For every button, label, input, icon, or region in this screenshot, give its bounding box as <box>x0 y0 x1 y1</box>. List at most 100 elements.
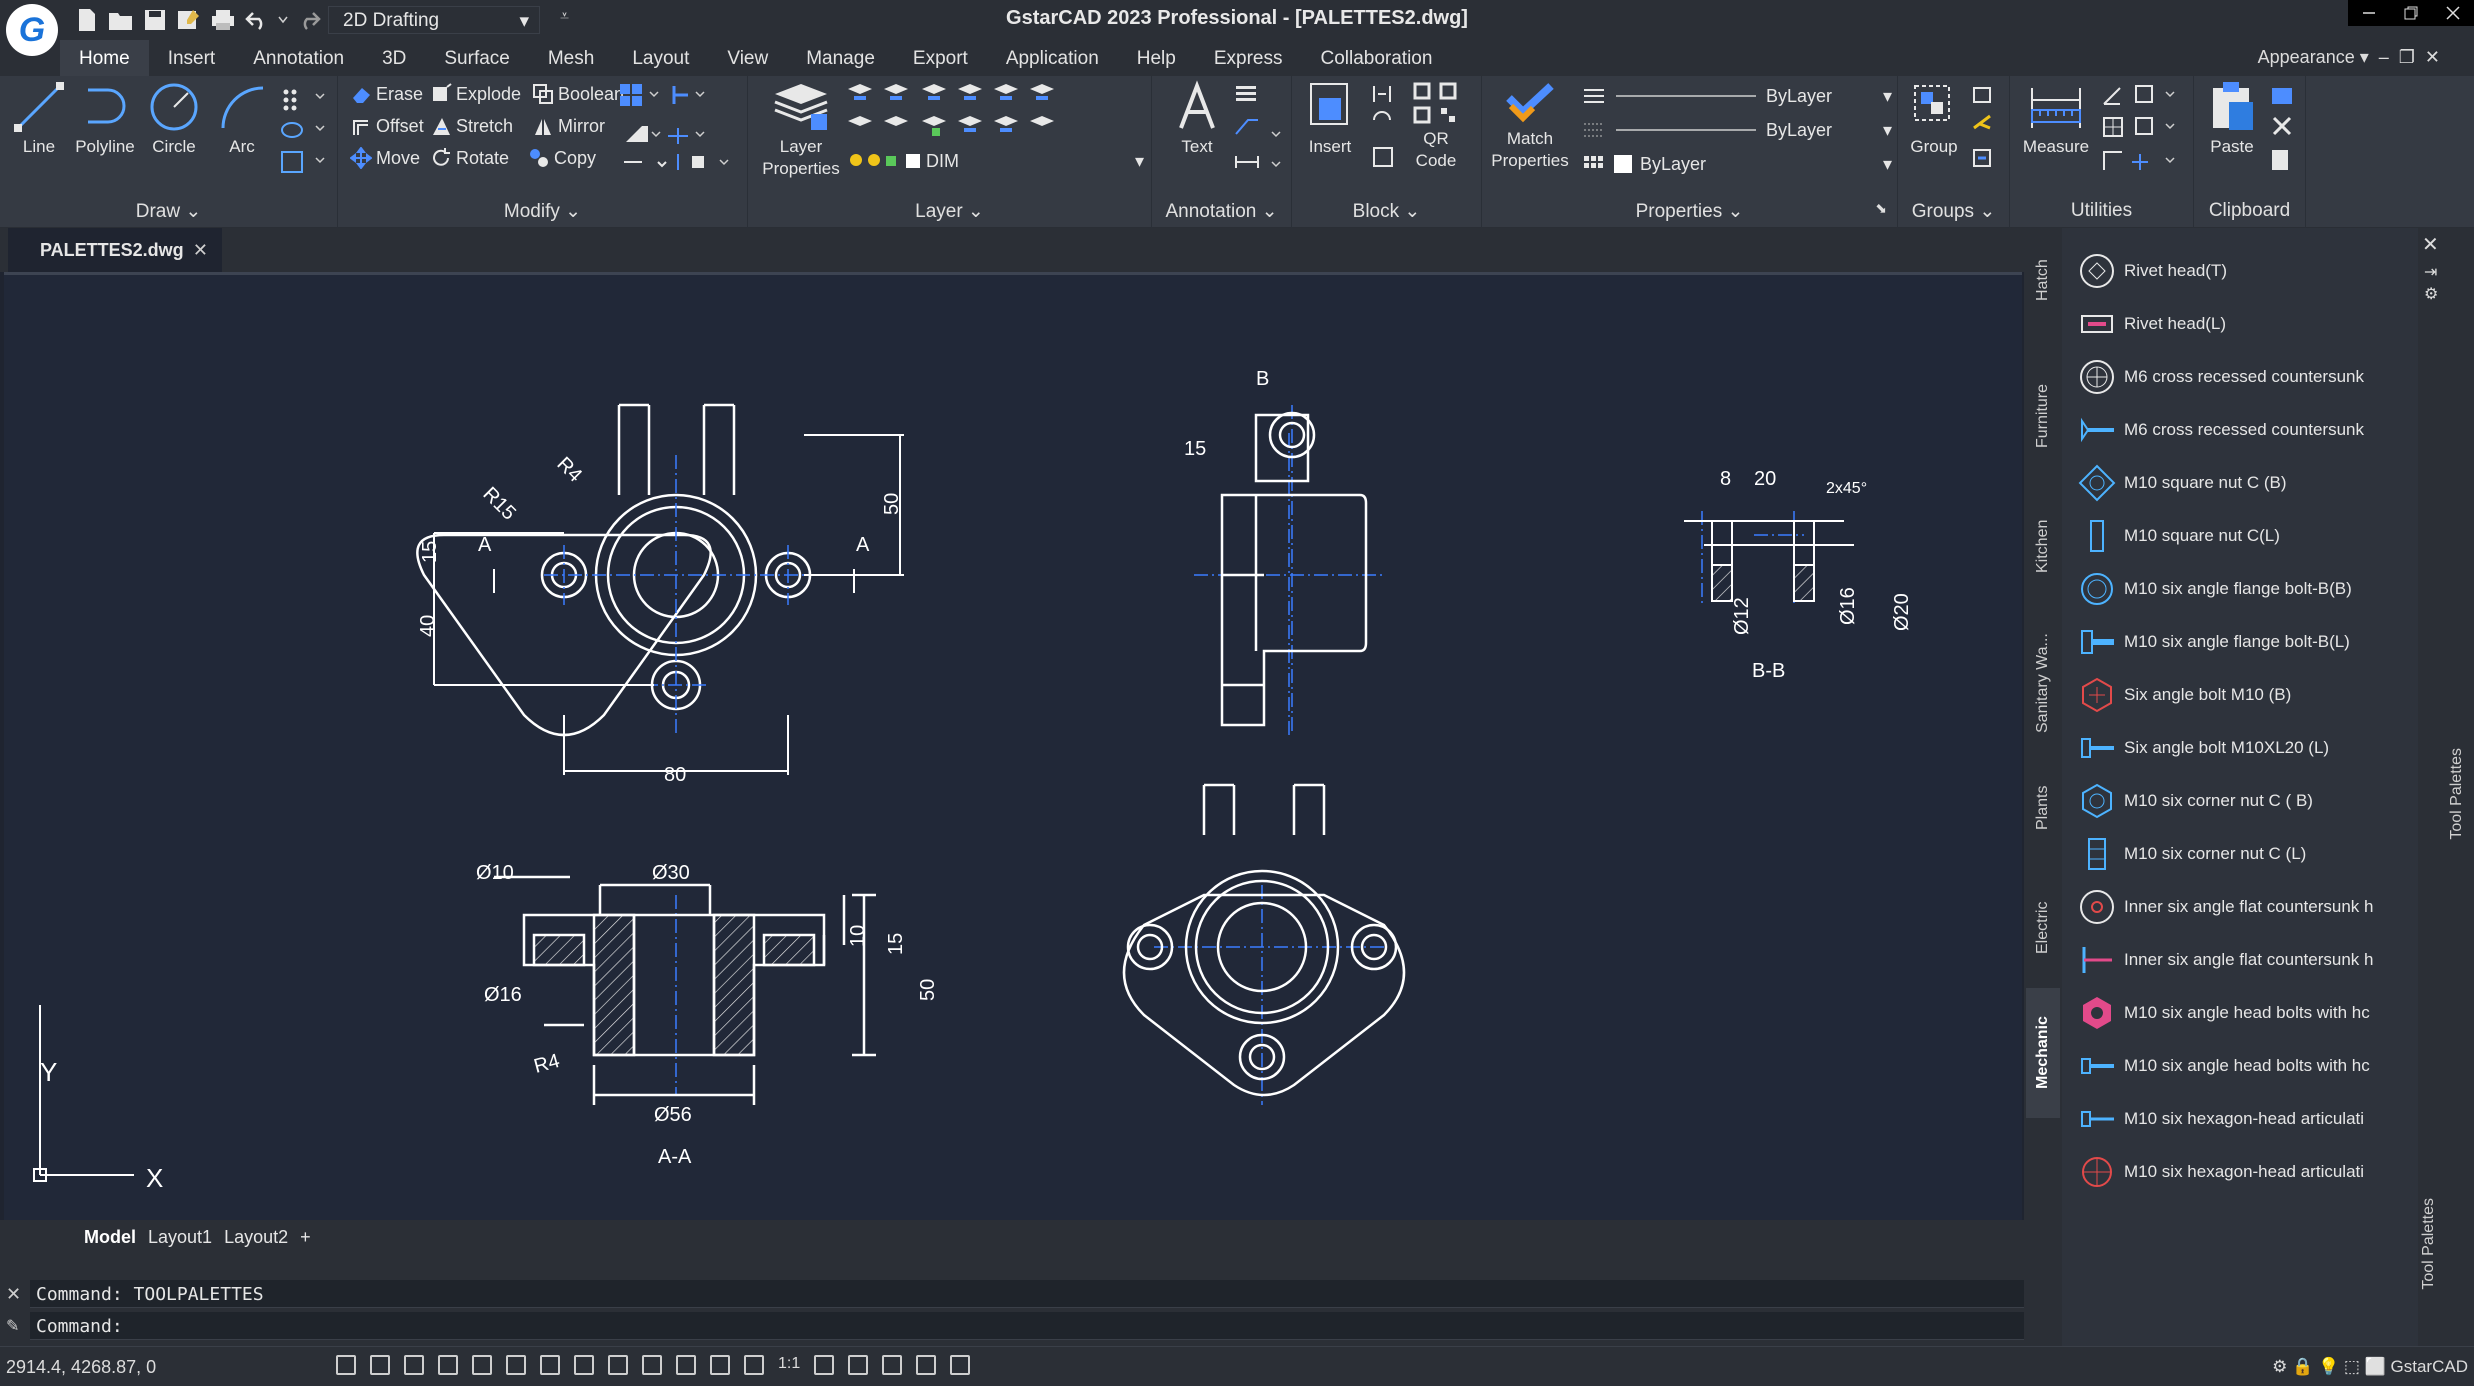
osnap-toggle-icon[interactable] <box>472 1355 492 1375</box>
palette-tab-kitchen[interactable]: Kitchen <box>2026 504 2060 588</box>
modify-extra-icons[interactable] <box>618 82 742 174</box>
utilities-tool-icons[interactable] <box>2100 82 2190 178</box>
erase-button[interactable]: Erase <box>350 80 423 108</box>
palette-item[interactable]: M6 cross recessed countersunk <box>2078 352 2404 402</box>
palette-item[interactable]: M10 six corner nut C ( B) <box>2078 776 2404 826</box>
palette-item[interactable]: Inner six angle flat countersunk h <box>2078 935 2404 985</box>
utilities-panel-title[interactable]: Utilities <box>2010 200 2193 226</box>
save-icon[interactable] <box>142 7 168 33</box>
tab-surface[interactable]: Surface <box>425 40 528 76</box>
close-window-icon[interactable] <box>2432 0 2474 26</box>
draw-panel-title[interactable]: Draw ⌄ <box>0 200 337 226</box>
draw-extra-icons[interactable] <box>280 86 330 186</box>
palette-tab-hatch[interactable]: Hatch <box>2026 244 2060 316</box>
stretch-button[interactable]: Stretch <box>430 112 513 140</box>
palette-item[interactable]: M10 square nut C(L) <box>2078 511 2404 561</box>
palette-item[interactable]: Six angle bolt M10XL20 (L) <box>2078 723 2404 773</box>
ortho-toggle-icon[interactable] <box>404 1355 424 1375</box>
undo-icon[interactable] <box>244 7 270 33</box>
close-palette-icon[interactable]: ✕ <box>2422 232 2439 257</box>
clean-screen-icon[interactable] <box>950 1355 971 1375</box>
layer-properties-button[interactable]: Layer Properties <box>758 80 844 180</box>
save-as-icon[interactable] <box>176 7 202 33</box>
appearance-menu[interactable]: Appearance ▾ – ❐ ✕ <box>2258 47 2440 68</box>
block-panel-title[interactable]: Block ⌄ <box>1292 200 1481 226</box>
tab-collaboration[interactable]: Collaboration <box>1301 40 1451 76</box>
autohide-palette-icon[interactable]: ⇥ <box>2424 262 2437 282</box>
annotation-panel-title[interactable]: Annotation ⌄ <box>1152 200 1291 226</box>
block-tool-icons[interactable] <box>1370 82 1400 174</box>
undo-dropdown-icon[interactable] <box>278 7 288 33</box>
close-command-icon[interactable]: ✕ <box>6 1284 21 1305</box>
auto-scale-icon[interactable] <box>848 1355 869 1375</box>
palette-tab-electric[interactable]: Electric <box>2026 878 2060 978</box>
tab-insert[interactable]: Insert <box>149 40 235 76</box>
tab-application[interactable]: Application <box>987 40 1118 76</box>
mirror-button[interactable]: Mirror <box>532 112 605 140</box>
minimize-icon[interactable] <box>2348 0 2390 26</box>
command-settings-icon[interactable]: ✎ <box>6 1316 19 1336</box>
lineweight-select[interactable]: ByLayer ▾ <box>1582 116 1892 144</box>
tab-view[interactable]: View <box>708 40 787 76</box>
palette-item[interactable]: M6 cross recessed countersunk <box>2078 405 2404 455</box>
annotation-visibility-icon[interactable] <box>814 1355 835 1375</box>
clipboard-tool-icons[interactable] <box>2268 84 2300 176</box>
palette-item[interactable]: Inner six angle flat countersunk h <box>2078 882 2404 932</box>
paste-button[interactable]: Paste <box>2202 80 2262 158</box>
measure-button[interactable]: Measure <box>2018 80 2094 158</box>
line-button[interactable]: Line <box>10 80 68 158</box>
palette-tab-mechanic[interactable]: Mechanic <box>2026 988 2060 1118</box>
transparency-toggle-icon[interactable] <box>642 1355 662 1375</box>
clipboard-panel-title[interactable]: Clipboard <box>2194 200 2305 226</box>
text-button[interactable]: Text <box>1172 80 1222 158</box>
qr-code-button[interactable]: QR Code <box>1406 80 1466 172</box>
groups-tool-icons[interactable] <box>1970 84 2004 176</box>
palette-tab-sanitary[interactable]: Sanitary Wa... <box>2026 608 2060 758</box>
copy-button[interactable]: Copy <box>528 144 596 172</box>
insert-button[interactable]: Insert <box>1302 80 1358 158</box>
tab-export[interactable]: Export <box>894 40 987 76</box>
redo-icon[interactable] <box>296 7 322 33</box>
tab-layout2[interactable]: Layout2 <box>218 1227 294 1248</box>
lineweight-toggle-icon[interactable] <box>608 1355 628 1375</box>
tab-mesh[interactable]: Mesh <box>529 40 613 76</box>
circle-button[interactable]: Circle <box>144 80 204 158</box>
tab-express[interactable]: Express <box>1195 40 1302 76</box>
otrack-toggle-icon[interactable] <box>506 1355 526 1375</box>
explode-button[interactable]: Explode <box>430 80 521 108</box>
app-logo[interactable]: G <box>6 4 58 56</box>
annotation-monitor-icon[interactable] <box>710 1355 730 1375</box>
rotate-button[interactable]: Rotate <box>430 144 509 172</box>
palette-item[interactable]: M10 six corner nut C (L) <box>2078 829 2404 879</box>
layer-select[interactable]: DIM ▾ <box>848 148 1144 174</box>
dyn-toggle-icon[interactable] <box>574 1355 594 1375</box>
add-layout-button[interactable]: + <box>294 1227 317 1248</box>
palette-tab-plants[interactable]: Plants <box>2026 764 2060 852</box>
tab-help[interactable]: Help <box>1118 40 1195 76</box>
annotation-scale[interactable]: 1:1 <box>778 1355 800 1375</box>
linetype-select[interactable]: ByLayer ▾ <box>1582 82 1892 110</box>
properties-launcher-icon[interactable]: ⬊ <box>1875 200 1887 217</box>
palette-tab-furniture[interactable]: Furniture <box>2026 362 2060 470</box>
grid-toggle-icon[interactable] <box>336 1355 356 1375</box>
workspace-switch-icon[interactable] <box>882 1355 903 1375</box>
match-properties-button[interactable]: Match Properties <box>1490 80 1570 172</box>
model-space-icon[interactable] <box>744 1355 764 1375</box>
layer-tool-icons[interactable] <box>848 80 1148 150</box>
groups-panel-title[interactable]: Groups ⌄ <box>1898 200 2009 226</box>
restore-icon[interactable] <box>2390 0 2432 26</box>
open-file-icon[interactable] <box>108 7 134 33</box>
palette-settings-icon[interactable]: ⚙ <box>2424 284 2438 304</box>
palette-item[interactable]: M10 six hexagon-head articulati <box>2078 1147 2404 1197</box>
snap-toggle-icon[interactable] <box>370 1355 390 1375</box>
workspace-select[interactable]: 2D Drafting ▾ <box>328 6 540 34</box>
palette-item[interactable]: M10 six hexagon-head articulati <box>2078 1094 2404 1144</box>
polar-toggle-icon[interactable] <box>438 1355 458 1375</box>
layer-panel-title[interactable]: Layer ⌄ <box>748 200 1151 226</box>
tab-manage[interactable]: Manage <box>787 40 894 76</box>
palette-item[interactable]: M10 square nut C (B) <box>2078 458 2404 508</box>
palette-item[interactable]: M10 six angle flange bolt-B(B) <box>2078 564 2404 614</box>
selection-cycle-icon[interactable] <box>676 1355 696 1375</box>
arc-button[interactable]: Arc <box>212 80 272 158</box>
ducs-toggle-icon[interactable] <box>540 1355 560 1375</box>
